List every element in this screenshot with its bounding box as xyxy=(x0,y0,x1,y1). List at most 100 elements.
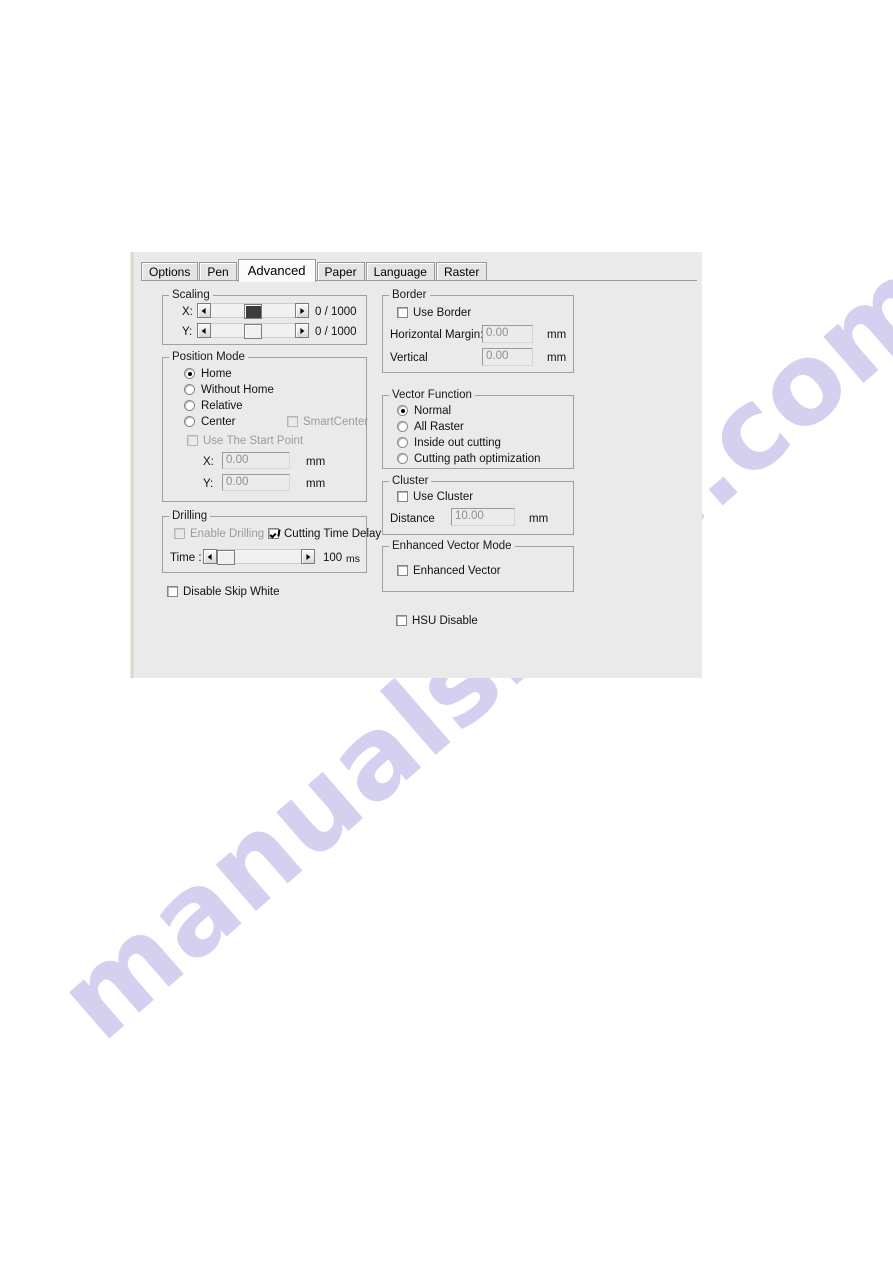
checkbox-use-border[interactable] xyxy=(397,307,408,318)
drilling-time-value: 100 xyxy=(323,552,343,564)
scaling-x-track[interactable] xyxy=(211,303,295,319)
scaling-x-decrement-button[interactable] xyxy=(197,303,211,318)
dialog-body: Options Pen Advanced Paper Language Rast… xyxy=(135,252,702,678)
drilling-time-thumb[interactable] xyxy=(217,550,235,565)
group-position-mode: Position Mode Home Without Home Relative… xyxy=(162,351,369,502)
tab-raster[interactable]: Raster xyxy=(435,262,488,281)
scaling-y-thumb[interactable] xyxy=(244,324,262,339)
radio-all-raster-label: All Raster xyxy=(414,421,464,433)
scaling-y-label: Y: xyxy=(182,326,193,338)
border-vertical-unit: mm xyxy=(547,352,567,364)
radio-relative[interactable] xyxy=(184,400,195,411)
group-position-mode-legend: Position Mode xyxy=(169,351,248,363)
scaling-y-scrollbar[interactable] xyxy=(197,323,309,339)
checkbox-enable-drilling-label: Enable Drilling xyxy=(190,528,265,540)
group-drilling-legend: Drilling xyxy=(169,510,211,522)
radio-relative-label: Relative xyxy=(201,400,243,412)
drilling-time-unit: ms xyxy=(346,553,360,565)
scaling-x-label: X: xyxy=(182,306,193,318)
checkbox-smartcenter xyxy=(287,416,298,427)
triangle-right-icon xyxy=(306,553,311,560)
scaling-x-scrollbar[interactable] xyxy=(197,303,309,319)
checkbox-hsu-disable[interactable] xyxy=(396,615,407,626)
scaling-x-increment-button[interactable] xyxy=(295,303,309,318)
drilling-time-track[interactable] xyxy=(217,549,301,565)
position-x-input[interactable]: 0.00 xyxy=(222,452,290,469)
tab-advanced[interactable]: Advanced xyxy=(237,259,316,282)
border-vertical-input[interactable]: 0.00 xyxy=(482,348,533,366)
checkbox-cutting-time-delay-label: Cutting Time Delay xyxy=(284,528,382,540)
drilling-time-scrollbar[interactable] xyxy=(203,549,315,565)
position-y-label: Y: xyxy=(203,478,214,490)
group-cluster-legend: Cluster xyxy=(389,475,432,487)
checkbox-use-cluster-label: Use Cluster xyxy=(413,491,474,503)
triangle-right-icon xyxy=(300,327,305,334)
drilling-time-label: Time : xyxy=(170,552,202,564)
group-scaling-legend: Scaling xyxy=(169,289,213,301)
drilling-time-decrement-button[interactable] xyxy=(203,549,217,564)
scaling-y-track[interactable] xyxy=(211,323,295,339)
scaling-y-increment-button[interactable] xyxy=(295,323,309,338)
group-border-legend: Border xyxy=(389,289,430,301)
border-horizontal-margin-unit: mm xyxy=(547,329,567,341)
group-drilling: Drilling Enable Drilling Cutting Time De… xyxy=(162,510,381,573)
triangle-left-icon xyxy=(201,307,206,314)
scaling-y-decrement-button[interactable] xyxy=(197,323,211,338)
checkbox-use-cluster[interactable] xyxy=(397,491,408,502)
radio-inside-out-cutting[interactable] xyxy=(397,437,408,448)
group-vector-function-legend: Vector Function xyxy=(389,389,475,401)
border-horizontal-margin-label: Horizontal Margin: xyxy=(390,329,484,341)
checkbox-use-the-start-point-label: Use The Start Point xyxy=(203,435,304,447)
scaling-x-value: 0 / 1000 xyxy=(315,306,357,318)
radio-cutting-path-optimization-label: Cutting path optimization xyxy=(414,453,541,465)
border-horizontal-margin-input[interactable]: 0.00 xyxy=(482,325,533,343)
checkbox-disable-skip-white[interactable] xyxy=(167,586,178,597)
checkbox-enable-drilling xyxy=(174,528,185,539)
radio-cutting-path-optimization[interactable] xyxy=(397,453,408,464)
cluster-distance-unit: mm xyxy=(529,513,549,525)
checkbox-disable-skip-white-label: Disable Skip White xyxy=(183,586,280,598)
triangle-left-icon xyxy=(207,553,212,560)
scaling-x-thumb[interactable] xyxy=(244,304,262,319)
checkbox-cutting-time-delay[interactable] xyxy=(268,528,279,539)
position-x-unit: mm xyxy=(306,456,326,468)
group-enhanced-vector-mode: Enhanced Vector Mode Enhanced Vector xyxy=(382,540,574,592)
group-scaling: Scaling X: 0 / 1000 Y: 0 / 1000 xyxy=(162,289,367,345)
checkbox-use-the-start-point xyxy=(187,435,198,446)
position-x-label: X: xyxy=(203,456,214,468)
radio-home[interactable] xyxy=(184,368,195,379)
position-y-input[interactable]: 0.00 xyxy=(222,474,290,491)
radio-all-raster[interactable] xyxy=(397,421,408,432)
radio-normal[interactable] xyxy=(397,405,408,416)
checkbox-enhanced-vector[interactable] xyxy=(397,565,408,576)
checkbox-use-border-label: Use Border xyxy=(413,307,472,319)
checkbox-enhanced-vector-label: Enhanced Vector xyxy=(413,565,501,577)
triangle-right-icon xyxy=(300,307,305,314)
printer-properties-dialog: Options Pen Advanced Paper Language Rast… xyxy=(128,252,702,678)
tab-language[interactable]: Language xyxy=(365,262,435,281)
scaling-y-value: 0 / 1000 xyxy=(315,326,357,338)
drilling-time-increment-button[interactable] xyxy=(301,549,315,564)
tab-strip: Options Pen Advanced Paper Language Rast… xyxy=(141,259,488,282)
tab-paper[interactable]: Paper xyxy=(316,262,365,281)
dialog-left-rail xyxy=(128,252,135,678)
radio-home-label: Home xyxy=(201,368,232,380)
radio-normal-label: Normal xyxy=(414,405,452,417)
checkbox-smartcenter-label: SmartCenter xyxy=(303,416,369,428)
group-enhanced-vector-mode-legend: Enhanced Vector Mode xyxy=(389,540,515,552)
radio-without-home-label: Without Home xyxy=(201,384,274,396)
group-cluster: Cluster Use Cluster Distance 10.00 mm xyxy=(382,475,574,535)
triangle-left-icon xyxy=(201,327,206,334)
group-border: Border Use Border Horizontal Margin: 0.0… xyxy=(382,289,574,373)
cluster-distance-label: Distance xyxy=(390,513,435,525)
radio-inside-out-cutting-label: Inside out cutting xyxy=(414,437,501,449)
position-y-unit: mm xyxy=(306,478,326,490)
tab-page-advanced: Scaling X: 0 / 1000 Y: 0 / 1000 Position… xyxy=(141,280,697,670)
checkbox-hsu-disable-label: HSU Disable xyxy=(412,615,478,627)
tab-pen[interactable]: Pen xyxy=(199,262,237,281)
cluster-distance-input[interactable]: 10.00 xyxy=(451,508,515,526)
radio-center-label: Center xyxy=(201,416,236,428)
radio-without-home[interactable] xyxy=(184,384,195,395)
tab-options[interactable]: Options xyxy=(141,262,199,281)
radio-center[interactable] xyxy=(184,416,195,427)
